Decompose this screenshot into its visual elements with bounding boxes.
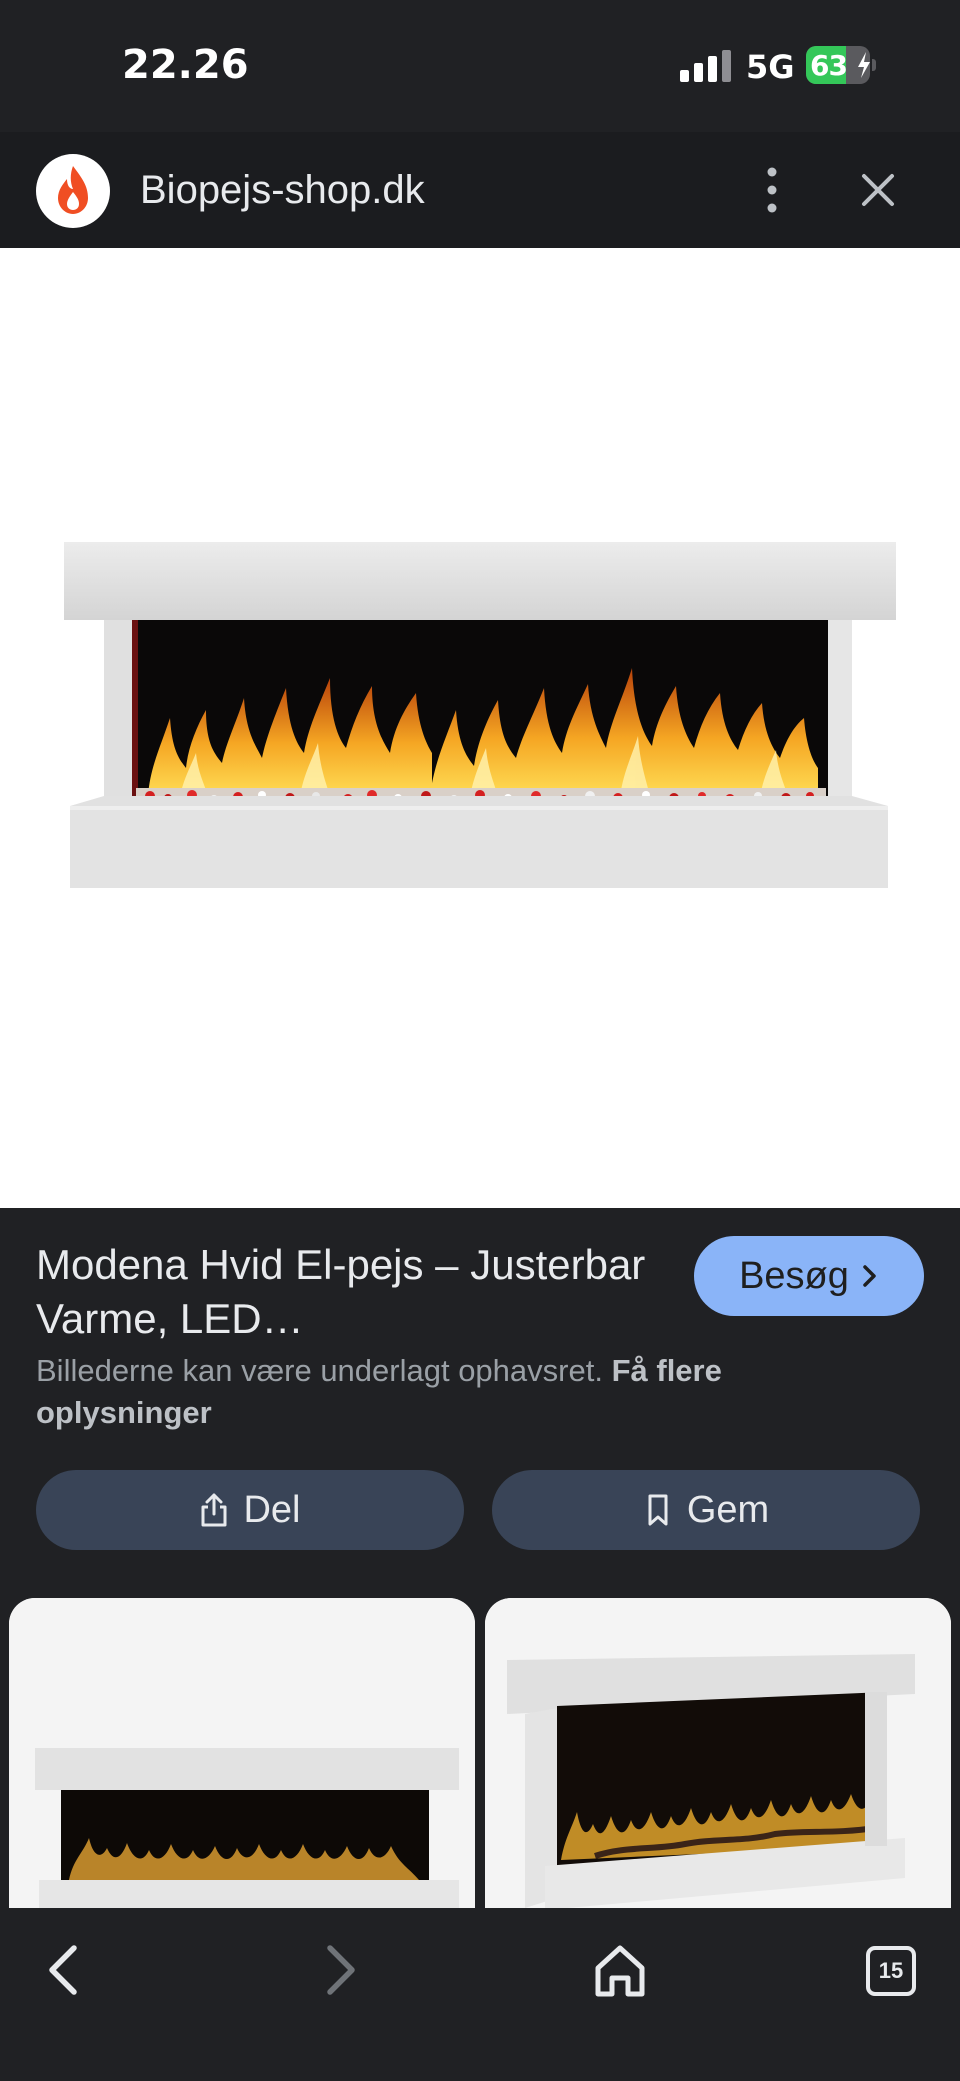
related-fireplace-image — [9, 1598, 475, 1908]
image-info-panel: Modena Hvid El-pejs – Justerbar Varme, L… — [0, 1208, 960, 1598]
network-type: 5G — [746, 48, 795, 86]
back-arrow-icon[interactable] — [34, 1938, 98, 2002]
copyright-text: Billederne kan være underlagt ophavsret. — [36, 1353, 603, 1388]
visit-button-label: Besøg — [739, 1254, 849, 1297]
battery-indicator: 63 — [806, 46, 876, 84]
browser-toolbar: 15 — [0, 1908, 960, 2081]
tabs-button[interactable]: 15 — [866, 1946, 916, 1996]
flame-icon — [58, 166, 88, 214]
save-button-label: Gem — [686, 1488, 770, 1531]
share-icon — [201, 1493, 227, 1527]
product-image[interactable] — [0, 248, 960, 1208]
home-icon[interactable] — [588, 1938, 652, 2002]
related-images — [0, 1598, 960, 1908]
close-icon[interactable] — [856, 168, 900, 212]
forward-arrow-icon[interactable] — [306, 1938, 370, 2002]
status-time: 22.26 — [122, 42, 249, 88]
tab-count: 15 — [878, 1958, 904, 1983]
charging-bolt-icon — [858, 52, 870, 78]
share-button-label: Del — [243, 1488, 301, 1531]
chevron-right-icon — [863, 1265, 876, 1287]
save-button[interactable]: Gem — [492, 1470, 920, 1550]
battery-percent: 63 — [810, 49, 848, 82]
fireplace-image — [64, 542, 896, 888]
product-title[interactable]: Modena Hvid El-pejs – Justerbar Varme, L… — [36, 1238, 676, 1346]
site-logo — [36, 154, 110, 228]
copyright-notice: Billederne kan være underlagt ophavsret.… — [36, 1350, 896, 1434]
signal-strength-icon — [680, 50, 731, 82]
more-vert-icon[interactable] — [752, 162, 792, 218]
status-bar: 22.26 5G 63 — [0, 0, 960, 132]
related-fireplace-image — [485, 1598, 951, 1908]
share-button[interactable]: Del — [36, 1470, 464, 1550]
site-name[interactable]: Biopejs-shop.dk — [140, 168, 425, 213]
related-image-card[interactable] — [485, 1598, 951, 1908]
visit-button[interactable]: Besøg — [694, 1236, 924, 1316]
related-image-card[interactable] — [9, 1598, 475, 1908]
site-header: Biopejs-shop.dk — [0, 132, 960, 248]
bookmark-icon — [648, 1494, 668, 1526]
